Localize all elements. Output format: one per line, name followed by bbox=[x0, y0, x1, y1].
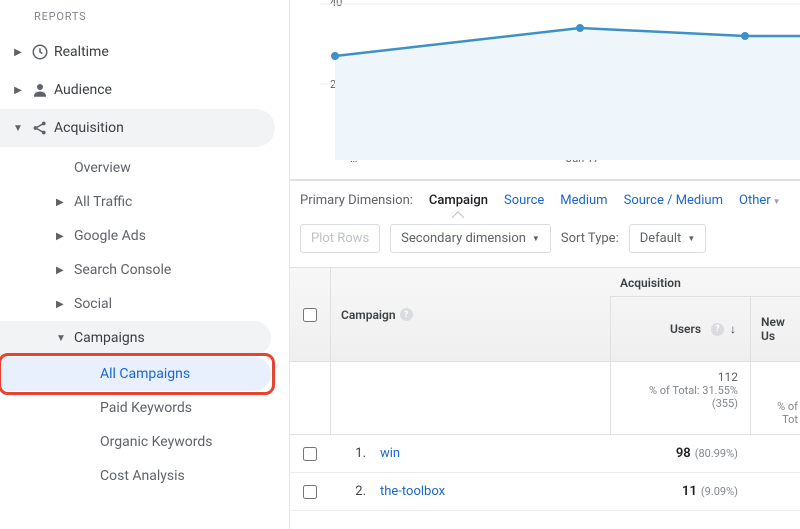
table-row: 2. the-toolbox 11 (9.09%) bbox=[290, 473, 800, 511]
sort-desc-icon: ↓ bbox=[730, 322, 736, 336]
chevron-right-icon: ▶ bbox=[10, 47, 26, 58]
sidebar-heading: REPORTS bbox=[0, 6, 289, 33]
subnav-label: All Traffic bbox=[74, 194, 132, 210]
chevron-right-icon: ▶ bbox=[56, 231, 74, 242]
help-icon[interactable]: ? bbox=[711, 323, 724, 336]
row-index: 2. bbox=[330, 484, 370, 499]
table-row: 1. win 98 (80.99%) 6 bbox=[290, 435, 800, 473]
dimension-label: Primary Dimension: bbox=[300, 193, 413, 208]
chevron-right-icon: ▶ bbox=[56, 197, 74, 208]
select-all-checkbox[interactable] bbox=[303, 308, 317, 322]
subsub-label: Paid Keywords bbox=[100, 400, 192, 416]
total-newusers-sub: % of Tot bbox=[763, 400, 798, 426]
users-cell: 11 (9.09%) bbox=[610, 484, 750, 499]
nav-acquisition[interactable]: ▼ Acquisition bbox=[0, 109, 275, 147]
users-cell: 98 (80.99%) bbox=[610, 446, 750, 461]
help-icon[interactable]: ? bbox=[400, 308, 413, 321]
user-icon bbox=[26, 81, 54, 99]
subsub-all-campaigns[interactable]: All Campaigns bbox=[0, 357, 271, 391]
nav-audience[interactable]: ▶ Audience bbox=[0, 71, 289, 109]
header-checkbox-cell bbox=[290, 268, 330, 362]
acquisition-subnav: Overview ▶ All Traffic ▶ Google Ads ▶ Se… bbox=[0, 147, 289, 499]
subnav-search-console[interactable]: ▶ Search Console bbox=[0, 253, 289, 287]
subnav-social[interactable]: ▶ Social bbox=[0, 287, 289, 321]
nav-label: Acquisition bbox=[54, 120, 124, 136]
subsub-paid-keywords[interactable]: Paid Keywords bbox=[0, 391, 289, 425]
chevron-down-icon: ▼ bbox=[687, 234, 695, 243]
controls-row: Plot Rows Secondary dimension ▼ Sort Typ… bbox=[290, 210, 800, 268]
total-users-sub: % of Total: 31.55% bbox=[623, 384, 738, 397]
campaign-link[interactable]: win bbox=[370, 446, 610, 461]
subnav-label: Campaigns bbox=[74, 330, 145, 346]
table-header: Campaign ? Acquisition Users ? ↓ New Us bbox=[290, 268, 800, 362]
nav-label: Audience bbox=[54, 82, 112, 98]
chevron-down-icon: ▼ bbox=[56, 333, 74, 344]
plot-rows-button[interactable]: Plot Rows bbox=[300, 224, 380, 253]
chevron-down-icon: ▼ bbox=[532, 234, 540, 243]
total-users-sub2: (355) bbox=[623, 397, 738, 410]
subsub-label: Cost Analysis bbox=[100, 468, 185, 484]
nav-realtime[interactable]: ▶ Realtime bbox=[0, 33, 289, 71]
subnav-label: Google Ads bbox=[74, 228, 146, 244]
subnav-google-ads[interactable]: ▶ Google Ads bbox=[0, 219, 289, 253]
subsub-label: All Campaigns bbox=[100, 366, 190, 382]
chevron-right-icon: ▶ bbox=[56, 265, 74, 276]
primary-dimension-row: Primary Dimension: Campaign Source Mediu… bbox=[290, 180, 800, 210]
subnav-campaigns[interactable]: ▼ Campaigns bbox=[0, 321, 271, 355]
subsub-label: Organic Keywords bbox=[100, 434, 212, 450]
reports-sidebar: REPORTS ▶ Realtime ▶ Audience ▼ Acquisit… bbox=[0, 0, 290, 529]
clock-icon bbox=[26, 43, 54, 61]
col-new-users[interactable]: New Us bbox=[750, 296, 800, 362]
subnav-label: Social bbox=[74, 296, 112, 312]
subsub-cost-analysis[interactable]: Cost Analysis bbox=[0, 459, 289, 493]
sort-type-dropdown[interactable]: Default ▼ bbox=[629, 224, 707, 253]
dimension-source[interactable]: Source bbox=[504, 193, 544, 208]
dimension-source-medium[interactable]: Source / Medium bbox=[624, 193, 723, 208]
subsub-organic-keywords[interactable]: Organic Keywords bbox=[0, 425, 289, 459]
dimension-other[interactable]: Other▼ bbox=[739, 193, 781, 208]
campaigns-subnav: All Campaigns Paid Keywords Organic Keyw… bbox=[0, 355, 289, 495]
share-icon bbox=[26, 119, 54, 137]
chevron-down-icon: ▼ bbox=[10, 123, 26, 134]
subnav-label: Overview bbox=[74, 160, 131, 176]
subnav-all-traffic[interactable]: ▶ All Traffic bbox=[0, 185, 289, 219]
chart-svg bbox=[290, 0, 800, 180]
sort-type-label: Sort Type: bbox=[561, 231, 619, 246]
chevron-right-icon: ▶ bbox=[10, 85, 26, 96]
campaign-link[interactable]: the-toolbox bbox=[370, 484, 610, 499]
main-panel: 40 20 … Jun 17 Primary Dimension: Campai… bbox=[290, 0, 800, 529]
subnav-label: Search Console bbox=[74, 262, 171, 278]
group-acquisition: Acquisition bbox=[620, 276, 681, 290]
new-users-cell: 6 bbox=[750, 446, 800, 461]
subnav-overview[interactable]: Overview bbox=[0, 151, 289, 185]
secondary-dimension-dropdown[interactable]: Secondary dimension ▼ bbox=[390, 224, 551, 253]
col-users[interactable]: Users ? ↓ bbox=[610, 296, 750, 362]
col-campaign[interactable]: Campaign ? bbox=[330, 268, 610, 362]
dimension-campaign[interactable]: Campaign bbox=[429, 193, 488, 208]
total-users: 112 bbox=[623, 370, 738, 384]
chevron-right-icon: ▶ bbox=[56, 299, 74, 310]
row-index: 1. bbox=[330, 446, 370, 461]
row-checkbox[interactable] bbox=[303, 447, 317, 461]
nav-label: Realtime bbox=[54, 44, 109, 60]
chevron-down-icon: ▼ bbox=[773, 197, 781, 206]
line-chart: 40 20 … Jun 17 bbox=[290, 0, 800, 180]
dimension-medium[interactable]: Medium bbox=[560, 193, 607, 208]
row-checkbox[interactable] bbox=[303, 485, 317, 499]
table-total-row: 112 % of Total: 31.55% (355) % of Tot bbox=[290, 362, 800, 435]
